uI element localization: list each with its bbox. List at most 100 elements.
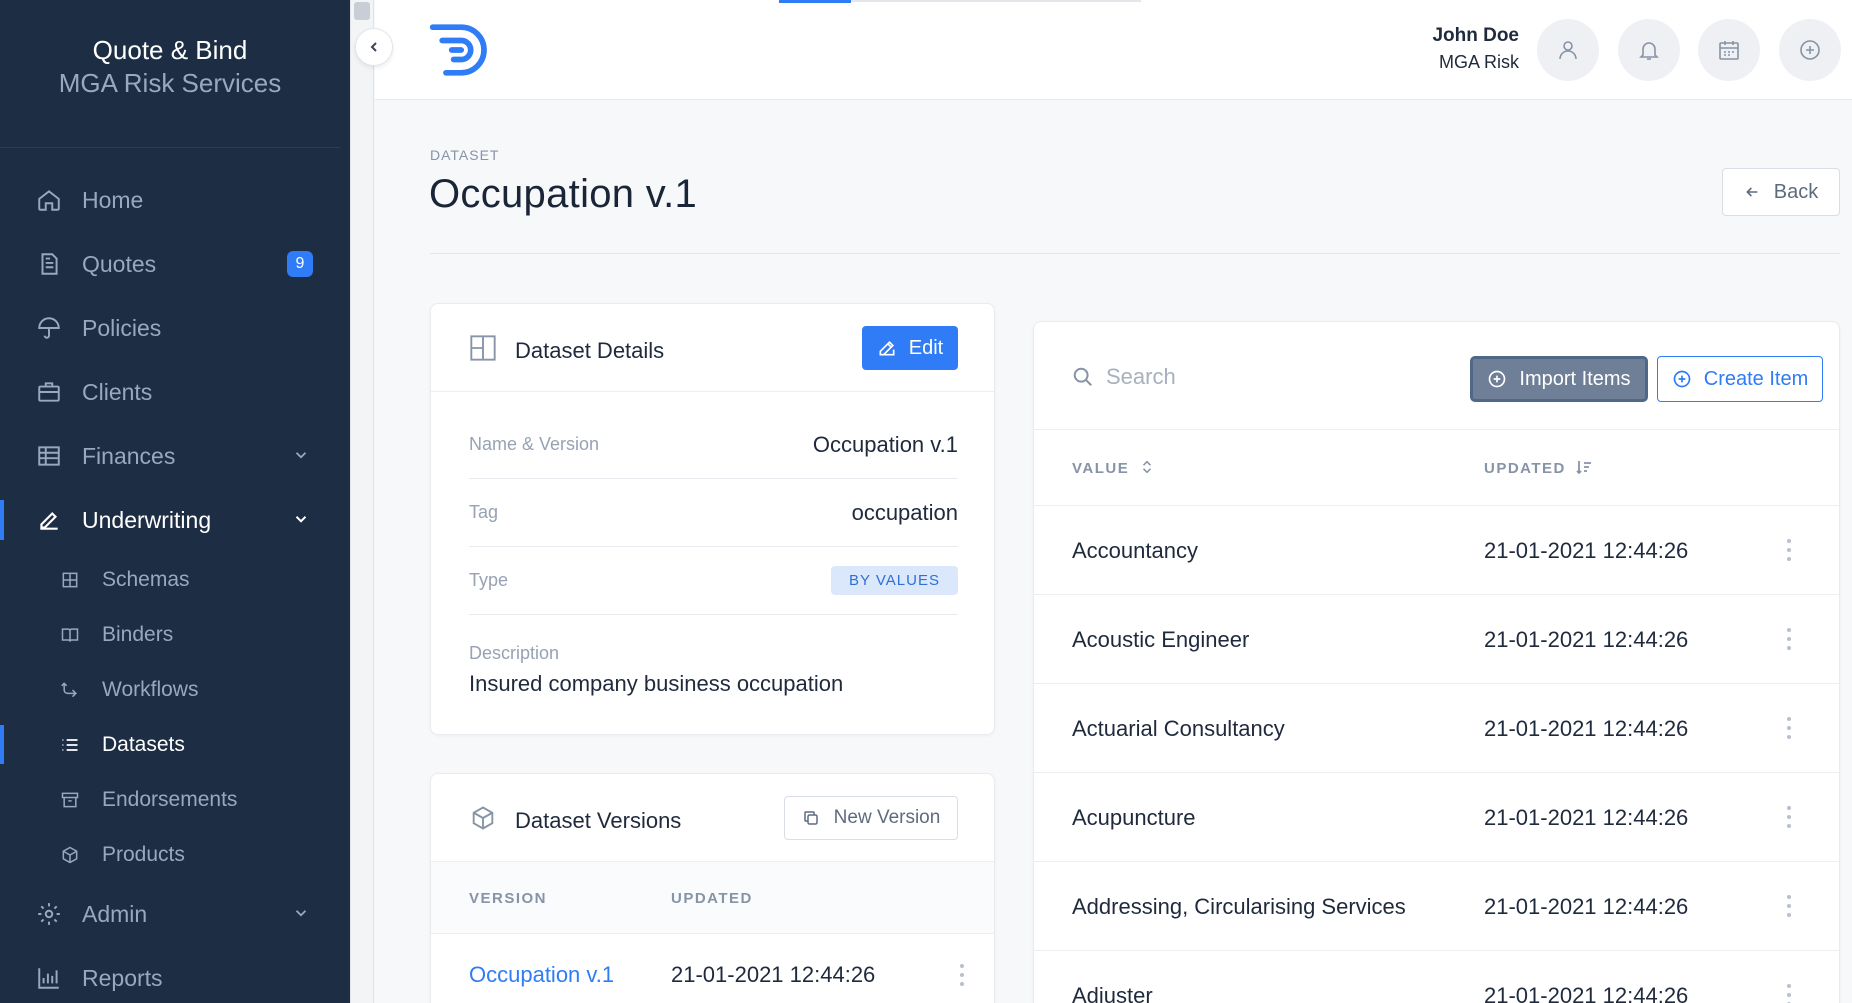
sub-item-binders[interactable]: Binders — [0, 607, 350, 662]
sub-item-datasets[interactable]: Datasets — [0, 717, 350, 772]
item-value: Actuarial Consultancy — [1072, 716, 1285, 741]
more-vertical-icon[interactable] — [1786, 806, 1792, 830]
sub-item-products[interactable]: Products — [0, 827, 350, 882]
item-value: Accountancy — [1072, 538, 1198, 563]
brand-title: Quote & Bind — [92, 35, 248, 65]
create-item-button[interactable]: Create Item — [1657, 356, 1823, 402]
table-row[interactable]: Acoustic Engineer 21-01-2021 12:44:26 — [1034, 595, 1839, 684]
chevron-left-icon — [370, 42, 377, 52]
chevron-down-icon — [295, 452, 307, 459]
archive-icon — [60, 790, 80, 810]
dataset-details-header: Dataset Details Edit — [431, 304, 994, 392]
list-icon — [60, 735, 80, 755]
sidebar-scrollbar[interactable] — [350, 0, 374, 1003]
version-link[interactable]: Occupation v.1 — [469, 962, 614, 988]
dataset-versions-header: Dataset Versions New Version — [431, 774, 994, 862]
tag-value: occupation — [851, 499, 958, 525]
item-updated: 21-01-2021 12:44:26 — [1484, 716, 1689, 741]
detail-row-name: Name & Version Occupation v.1 — [469, 411, 958, 479]
nav-item-policies[interactable]: Policies — [0, 296, 350, 360]
dataset-items-card: Import Items Create Item VALUE UPDATED A… — [1033, 321, 1840, 1003]
new-version-button[interactable]: New Version — [784, 796, 958, 840]
item-updated: 21-01-2021 12:44:26 — [1484, 805, 1689, 830]
progress-track — [851, 0, 1141, 2]
add-button[interactable] — [1779, 19, 1841, 81]
sub-label-workflows: Workflows — [102, 677, 199, 701]
column-header-updated-label: UPDATED — [1484, 460, 1566, 477]
sort-icon — [1142, 460, 1151, 474]
sub-item-endorsements[interactable]: Endorsements — [0, 772, 350, 827]
create-item-label: Create Item — [1703, 367, 1809, 390]
table-row[interactable]: Addressing, Circularising Services 21-01… — [1034, 862, 1839, 951]
search-input[interactable] — [1106, 358, 1406, 396]
layout-icon — [60, 570, 80, 590]
notifications-button[interactable] — [1618, 19, 1680, 81]
item-value: Adjuster — [1072, 983, 1153, 1003]
sub-label-schemas: Schemas — [102, 567, 190, 591]
more-vertical-icon[interactable] — [959, 964, 965, 988]
edit-button[interactable]: Edit — [862, 326, 958, 370]
table-row[interactable]: Adjuster 21-01-2021 12:44:26 — [1034, 951, 1839, 1003]
import-items-button[interactable]: Import Items — [1470, 356, 1648, 402]
sub-item-workflows[interactable]: Workflows — [0, 662, 350, 717]
more-vertical-icon[interactable] — [1786, 717, 1792, 741]
table-row[interactable]: Accountancy 21-01-2021 12:44:26 — [1034, 506, 1839, 595]
sub-item-schemas[interactable]: Schemas — [0, 552, 350, 607]
collapse-sidebar-button[interactable] — [355, 28, 393, 66]
gear-icon — [36, 901, 62, 927]
table-row[interactable]: Actuarial Consultancy 21-01-2021 12:44:2… — [1034, 684, 1839, 773]
main-nav: Home Quotes 9 Policies Clients Finances … — [0, 148, 350, 552]
column-header-updated: UPDATED — [671, 890, 753, 907]
user-name: John Doe — [1432, 25, 1519, 46]
more-vertical-icon[interactable] — [1786, 539, 1792, 563]
nav-item-underwriting[interactable]: Underwriting — [0, 488, 350, 552]
nav-item-finances[interactable]: Finances — [0, 424, 350, 488]
user-icon — [1559, 41, 1577, 60]
item-value: Addressing, Circularising Services — [1072, 894, 1406, 919]
calendar-button[interactable] — [1698, 19, 1760, 81]
items-table-header: VALUE UPDATED — [1034, 430, 1839, 506]
back-button[interactable]: Back — [1722, 168, 1840, 216]
sort-desc-icon — [1575, 461, 1591, 475]
profile-button[interactable] — [1537, 19, 1599, 81]
nav-item-clients[interactable]: Clients — [0, 360, 350, 424]
plus-circle-icon — [1673, 370, 1691, 388]
nav-item-reports[interactable]: Reports — [0, 946, 350, 1003]
plus-circle-icon — [1800, 40, 1820, 60]
app-logo[interactable] — [427, 18, 503, 82]
progress-indicator — [779, 0, 851, 3]
quotes-count-badge: 9 — [287, 251, 313, 277]
arrow-left-icon — [1745, 187, 1758, 197]
cube-icon — [472, 806, 494, 830]
nav-label-admin: Admin — [82, 900, 148, 927]
name-version-label: Name & Version — [469, 434, 600, 454]
chart-icon — [36, 965, 62, 991]
table-row[interactable]: Acupuncture 21-01-2021 12:44:26 — [1034, 773, 1839, 862]
more-vertical-icon[interactable] — [1786, 628, 1792, 652]
nav-label-home: Home — [82, 186, 144, 213]
nav-item-quotes[interactable]: Quotes 9 — [0, 232, 350, 296]
more-vertical-icon[interactable] — [1786, 895, 1792, 919]
pen-icon — [36, 507, 62, 533]
secondary-nav: Admin Reports — [0, 882, 350, 1003]
nav-item-home[interactable]: Home — [0, 168, 350, 232]
scrollbar-thumb[interactable] — [354, 2, 370, 20]
column-header-value[interactable]: VALUE — [1072, 460, 1153, 477]
home-icon — [36, 187, 62, 213]
name-version-value: Occupation v.1 — [812, 431, 958, 457]
dataset-details-card: Dataset Details Edit Name & Version Occu… — [430, 303, 995, 735]
detail-row-type: Type BY VALUES — [469, 547, 958, 615]
nav-item-admin[interactable]: Admin — [0, 882, 350, 946]
more-vertical-icon[interactable] — [1786, 984, 1792, 1003]
detail-row-tag: Tag occupation — [469, 479, 958, 547]
nav-label-clients: Clients — [82, 378, 153, 405]
user-info: John Doe MGA Risk — [1432, 24, 1519, 76]
item-value: Acoustic Engineer — [1072, 627, 1250, 652]
item-value: Acupuncture — [1072, 805, 1196, 830]
divider — [430, 253, 1840, 254]
brand: Quote & Bind MGA Risk Services — [0, 0, 340, 148]
column-header-updated[interactable]: UPDATED — [1484, 460, 1592, 477]
bell-icon — [1639, 42, 1659, 60]
layout-icon — [470, 335, 496, 361]
nav-label-underwriting: Underwriting — [82, 506, 212, 533]
